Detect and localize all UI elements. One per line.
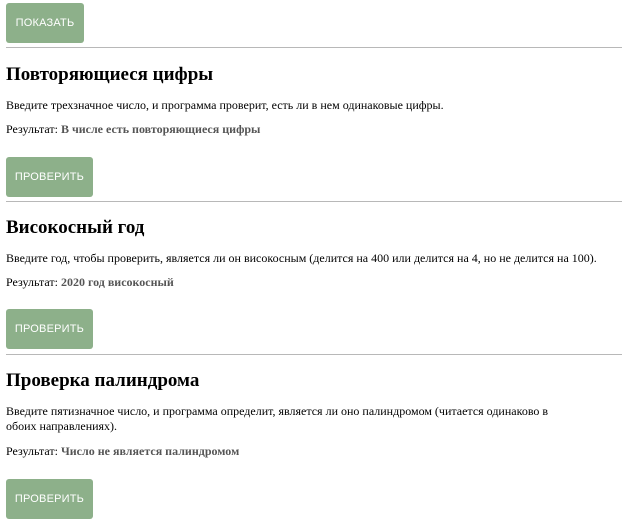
result-label: Результат: xyxy=(6,122,58,136)
result-label: Результат: xyxy=(6,275,58,289)
section-description: Введите пятизначное число, и программа о… xyxy=(6,404,549,433)
section-leap-year: Високосный год Введите год, чтобы провер… xyxy=(6,201,622,349)
section-repeating-digits: Повторяющиеся цифры Введите трехзначное … xyxy=(6,47,622,197)
result-value: Число не является палиндромом xyxy=(60,444,240,458)
check-button[interactable]: ПРОВЕРИТЬ xyxy=(6,157,93,197)
section-title: Високосный год xyxy=(6,217,145,238)
result-line: Результат: 2020 год високосный xyxy=(6,275,622,290)
section-description: Введите трехзначное число, и программа п… xyxy=(6,98,444,112)
section-divider xyxy=(6,47,622,48)
result-value: 2020 год високосный xyxy=(60,275,174,289)
section-divider xyxy=(6,201,622,202)
section-palindrome: Проверка палиндрома Введите пятизначное … xyxy=(6,354,622,519)
check-button[interactable]: ПРОВЕРИТЬ xyxy=(6,309,93,349)
section-description: Введите год, чтобы проверить, является л… xyxy=(6,251,597,265)
result-value: В числе есть повторяющиеся цифры xyxy=(60,122,261,136)
result-label: Результат: xyxy=(6,444,58,458)
section-title: Проверка палиндрома xyxy=(6,370,200,391)
section-divider xyxy=(6,354,622,355)
result-line: Результат: В числе есть повторяющиеся ци… xyxy=(6,122,622,137)
show-button[interactable]: ПОКАЗАТЬ xyxy=(6,3,84,43)
section-title: Повторяющиеся цифры xyxy=(6,64,214,85)
result-line: Результат: Число не является палиндромом xyxy=(6,444,622,459)
check-button[interactable]: ПРОВЕРИТЬ xyxy=(6,479,93,519)
